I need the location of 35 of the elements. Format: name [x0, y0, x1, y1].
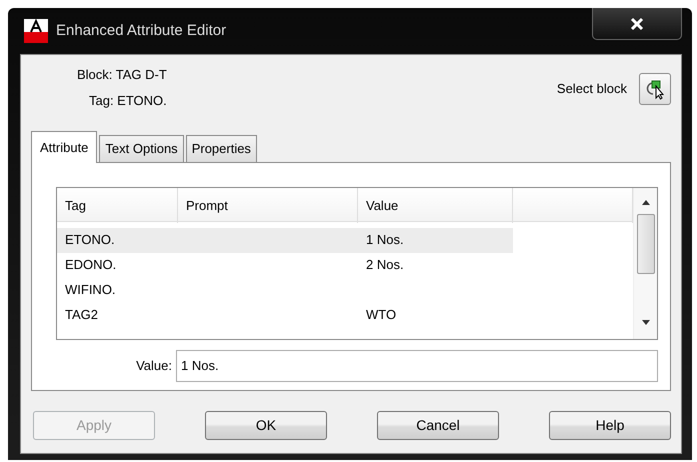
pick-cursor-icon: [644, 78, 666, 100]
table-cell-text: EDONO.: [64, 256, 118, 274]
close-icon: [630, 16, 644, 30]
column-header[interactable]: Prompt: [178, 188, 358, 223]
column-header[interactable]: Tag: [57, 188, 178, 223]
tab[interactable]: Text Options: [99, 135, 184, 162]
tab[interactable]: Properties: [186, 135, 257, 162]
tag-name-label: Tag: ETONO.: [88, 92, 167, 110]
tab[interactable]: Attribute: [31, 131, 98, 162]
close-button[interactable]: [592, 8, 682, 40]
table-cell-text: 1 Nos.: [365, 231, 405, 250]
column-header[interactable]: Value: [358, 188, 513, 223]
block-name-label: Block: TAG D-T: [77, 66, 167, 84]
scroll-up-icon[interactable]: [640, 198, 650, 206]
list-row[interactable]: WIFINO.: [57, 280, 513, 300]
scrollbar[interactable]: [633, 188, 657, 338]
dialog-button[interactable]: OK: [205, 410, 327, 440]
app-logo-icon: [24, 19, 48, 43]
table-cell-text: ETONO.: [64, 231, 116, 250]
table-cell-text: WIFINO.: [64, 281, 117, 300]
list-row[interactable]: TAG2 WTO: [57, 305, 513, 325]
dialog-button[interactable]: Help: [549, 410, 671, 440]
value-input-field[interactable]: 1 Nos.: [176, 350, 658, 382]
list-row[interactable]: EDONO. 2 Nos.: [57, 255, 513, 275]
table-cell-text: 2 Nos.: [365, 256, 405, 274]
select-block-button[interactable]: [639, 73, 671, 105]
scroll-thumb[interactable]: [636, 214, 654, 274]
select-block-label: Select block: [556, 80, 627, 98]
list-row[interactable]: ETONO. 1 Nos.: [57, 228, 513, 252]
table-cell-text: TAG2: [64, 306, 99, 324]
scroll-down-icon[interactable]: [640, 318, 650, 326]
table-cell-text: WTO: [365, 306, 398, 324]
window-title: Enhanced Attribute Editor: [56, 20, 226, 41]
dialog-button[interactable]: Cancel: [377, 410, 499, 440]
value-label: Value:: [135, 356, 172, 375]
